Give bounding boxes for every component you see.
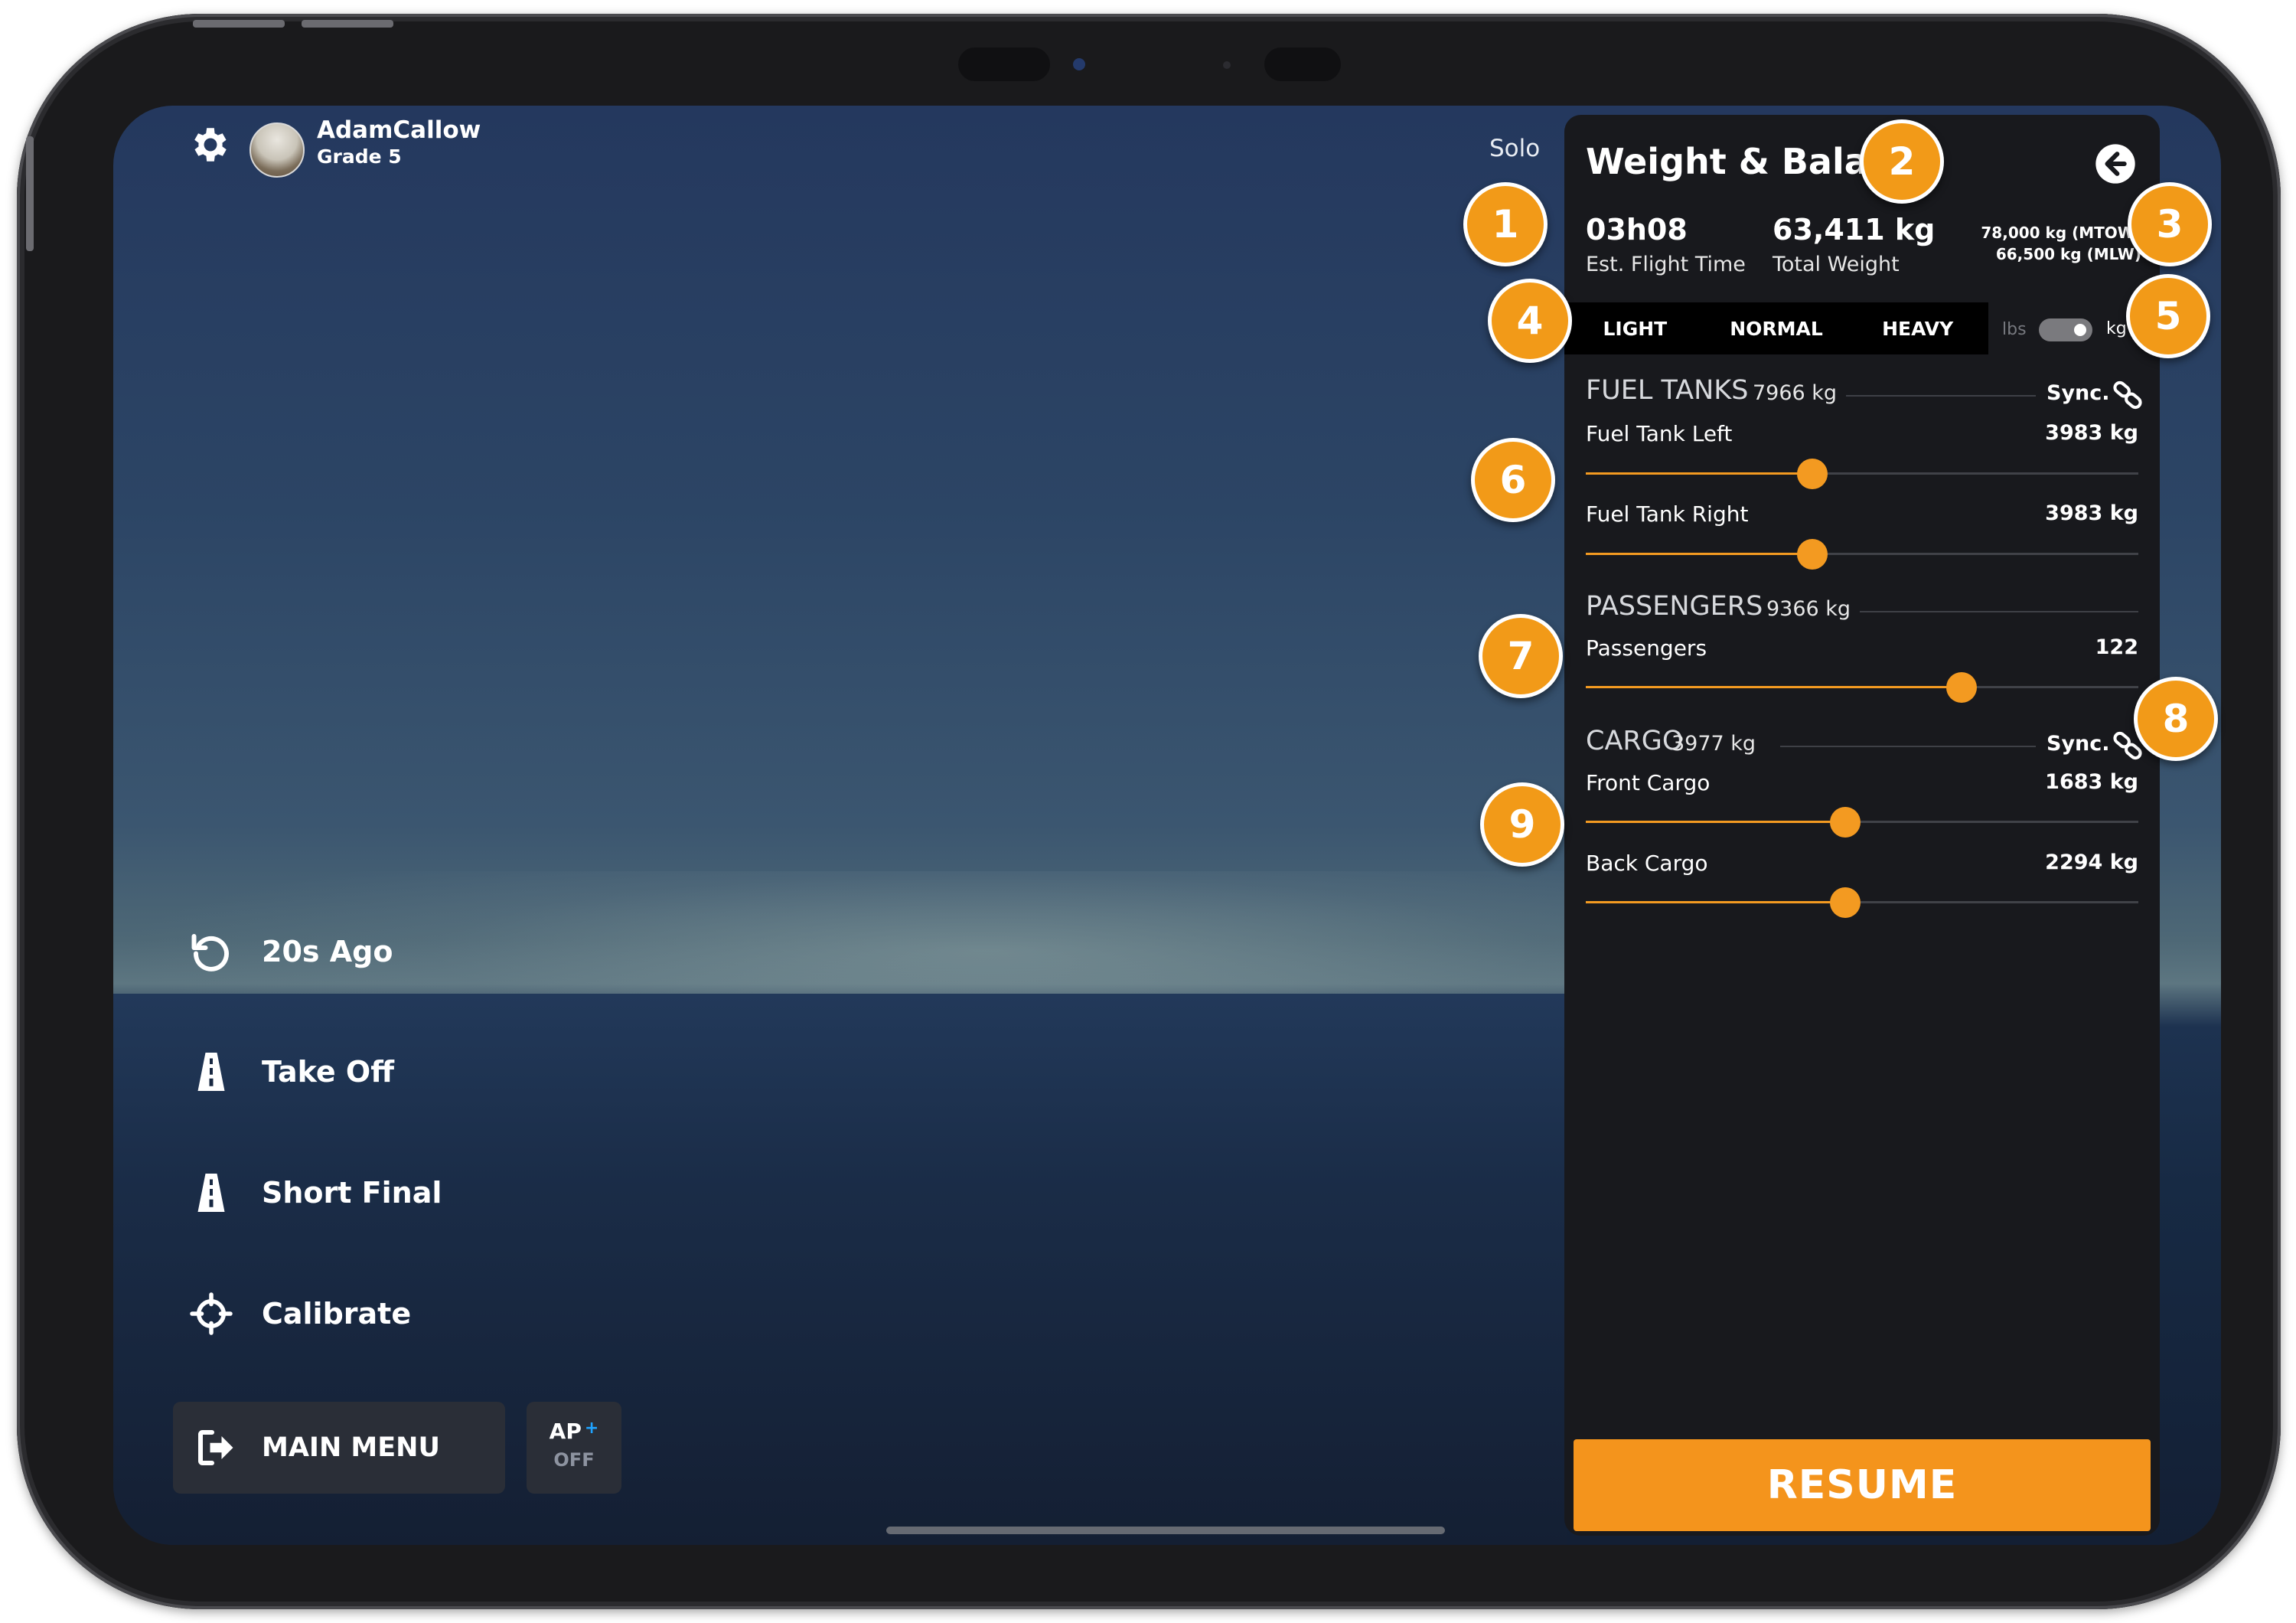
unit-kg-label: kg	[2106, 319, 2127, 338]
load-preset-selector: LIGHT NORMAL HEAVY	[1564, 302, 1988, 354]
callout-badge: 2	[1860, 119, 1944, 204]
fuel-sync-label[interactable]: Sync.	[2047, 381, 2110, 405]
mode-label: Solo	[1489, 135, 1541, 162]
settings-gear-icon[interactable]	[188, 122, 233, 167]
main-menu-label: MAIN MENU	[262, 1432, 440, 1463]
divider	[1780, 746, 2036, 747]
divider	[1846, 395, 2036, 397]
fuel-total: 7966 kg	[1753, 381, 1838, 405]
back-cargo-value: 2294 kg	[2045, 851, 2138, 874]
preset-light-button[interactable]: LIGHT	[1564, 302, 1706, 354]
passengers-slider[interactable]	[1586, 671, 2138, 703]
weight-balance-panel: Weight & Balance 03h08 Est. Flight Time …	[1564, 115, 2160, 1536]
callout-badge: 6	[1471, 438, 1555, 522]
total-weight-label: Total Weight	[1773, 253, 1900, 276]
replay-icon	[191, 934, 229, 972]
camera-lens	[1073, 58, 1085, 70]
fuel-tank-left-slider[interactable]	[1586, 458, 2138, 489]
home-indicator[interactable]	[886, 1527, 1445, 1534]
sensor-housing	[1264, 47, 1341, 81]
passengers-value: 122	[2095, 635, 2138, 659]
fuel-tank-right-slider[interactable]	[1586, 538, 2138, 570]
unit-lbs-label: lbs	[2002, 320, 2027, 339]
front-cargo-slider[interactable]	[1586, 806, 2138, 838]
flight-time-value: 03h08	[1586, 213, 1688, 247]
back-cargo-slider[interactable]	[1586, 887, 2138, 918]
menu-item-20s-ago[interactable]: 20s Ago	[188, 929, 393, 975]
menu-item-label: 20s Ago	[262, 935, 393, 968]
preset-normal-button[interactable]: NORMAL	[1706, 302, 1848, 354]
cargo-section-title: CARGO	[1586, 726, 1684, 756]
fuel-tank-right-value: 3983 kg	[2045, 501, 2138, 525]
callout-badge: 1	[1463, 182, 1548, 266]
crosshair-icon	[190, 1292, 233, 1335]
menu-item-take-off[interactable]: Take Off	[188, 1049, 394, 1095]
mlw-limit: 66,500 kg (MLW)	[1995, 245, 2141, 263]
unit-toggle[interactable]	[2039, 318, 2092, 341]
power-button	[26, 136, 34, 251]
menu-item-short-final[interactable]: Short Final	[188, 1170, 442, 1216]
callout-badge: 8	[2134, 677, 2218, 761]
passengers-total: 9366 kg	[1766, 597, 1851, 621]
fuel-section-title: FUEL TANKS	[1586, 375, 1749, 406]
front-cargo-label: Front Cargo	[1586, 770, 1711, 795]
cargo-sync-label[interactable]: Sync.	[2047, 732, 2110, 756]
back-cargo-label: Back Cargo	[1586, 851, 1708, 876]
main-menu-button[interactable]: MAIN MENU	[173, 1402, 505, 1494]
volume-button	[193, 20, 285, 28]
autopilot-status: OFF	[553, 1449, 595, 1471]
callout-badge: 5	[2126, 274, 2210, 358]
slider-fill	[1586, 553, 1813, 555]
volume-button	[302, 20, 393, 28]
cargo-total: 3977 kg	[1671, 732, 1756, 756]
app-screen: AdamCallow Grade 5 Solo 20s Ago Take Off	[113, 106, 2221, 1545]
avatar[interactable]	[249, 122, 305, 178]
menu-item-calibrate[interactable]: Calibrate	[188, 1291, 411, 1337]
runway-icon	[197, 1053, 225, 1091]
runway-icon	[197, 1174, 225, 1212]
callout-badge: 9	[1480, 782, 1564, 867]
mtow-limit: 78,000 kg (MTOW)	[1981, 224, 2141, 242]
passengers-section-title: PASSENGERS	[1586, 591, 1763, 622]
autopilot-button[interactable]: AP + OFF	[527, 1402, 621, 1494]
ambient-sensor	[1223, 61, 1231, 69]
slider-thumb[interactable]	[1797, 459, 1828, 489]
flight-time-label: Est. Flight Time	[1586, 253, 1746, 276]
slider-thumb[interactable]	[1945, 672, 1977, 703]
callout-badge: 4	[1488, 279, 1572, 363]
sensor-housing	[958, 47, 1050, 81]
fuel-tank-right-label: Fuel Tank Right	[1586, 501, 1749, 527]
passengers-label: Passengers	[1586, 635, 1707, 661]
slider-fill	[1586, 821, 1846, 823]
slider-thumb[interactable]	[1830, 887, 1861, 918]
fuel-tank-left-label: Fuel Tank Left	[1586, 421, 1733, 446]
tablet-frame: AdamCallow Grade 5 Solo 20s Ago Take Off	[17, 14, 2281, 1609]
menu-item-label: Short Final	[262, 1176, 442, 1210]
back-arrow-icon[interactable]	[2094, 142, 2137, 185]
resume-button[interactable]: RESUME	[1574, 1439, 2151, 1531]
slider-fill	[1586, 901, 1846, 903]
ap-plus-badge: +	[584, 1419, 599, 1438]
link-chain-icon[interactable]	[2111, 378, 2144, 412]
autopilot-label: AP +	[549, 1419, 599, 1444]
toggle-knob	[2074, 324, 2086, 336]
total-weight-value: 63,411 kg	[1773, 213, 1936, 247]
divider	[1860, 611, 2138, 612]
user-name: AdamCallow	[317, 116, 481, 144]
front-cargo-value: 1683 kg	[2045, 770, 2138, 794]
slider-thumb[interactable]	[1797, 539, 1828, 570]
slider-fill	[1586, 472, 1813, 475]
menu-item-label: Calibrate	[262, 1297, 412, 1331]
user-grade: Grade 5	[317, 145, 402, 168]
slider-thumb[interactable]	[1830, 807, 1861, 838]
slider-fill	[1586, 686, 1962, 688]
menu-item-label: Take Off	[262, 1055, 395, 1089]
callout-badge: 3	[2128, 182, 2212, 266]
callout-badge: 7	[1479, 614, 1563, 698]
exit-icon	[198, 1430, 233, 1465]
preset-heavy-button[interactable]: HEAVY	[1847, 302, 1988, 354]
fuel-tank-left-value: 3983 kg	[2045, 421, 2138, 445]
